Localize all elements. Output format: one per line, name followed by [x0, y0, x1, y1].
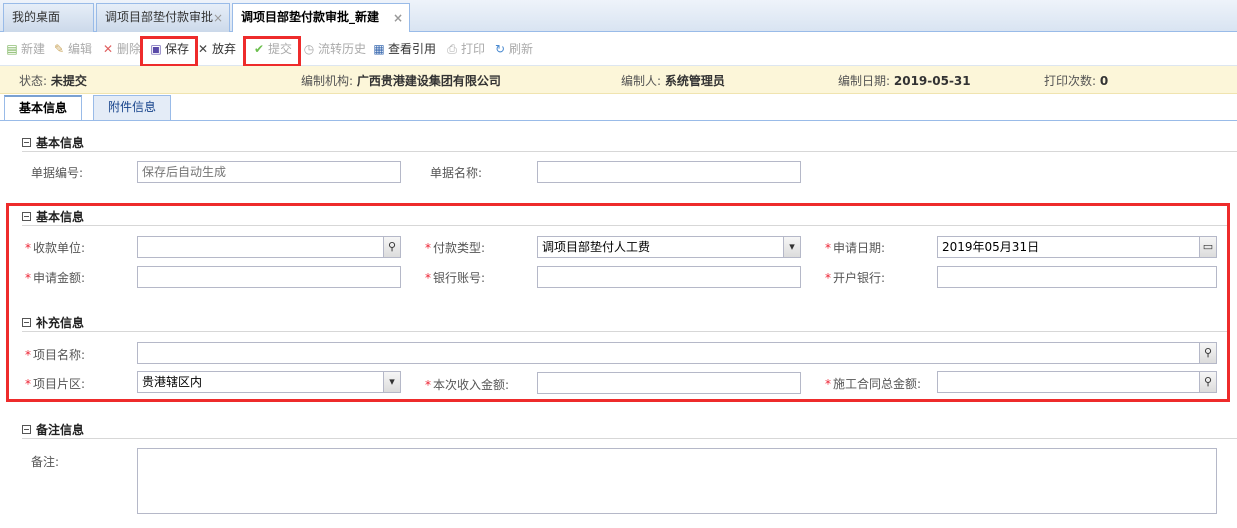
view-ref-label: 查看引用 — [388, 42, 437, 56]
discard-button[interactable]: ✕ 放弃 — [196, 39, 236, 59]
refresh-icon: ↻ — [494, 42, 506, 56]
tab-attachment-info-label: 附件信息 — [108, 100, 157, 114]
print-count-value: 0 — [1099, 74, 1109, 88]
print-count-label: 打印次数: — [1044, 74, 1097, 88]
history-label: 流转历史 — [318, 42, 367, 56]
print-count-field: 打印次数: 0 — [1044, 72, 1108, 89]
fields-highlight — [6, 203, 1230, 402]
history-button[interactable]: ◷ 流转历史 — [302, 39, 366, 59]
org-field: 编制机构: 广西贵港建设集团有限公司 — [301, 72, 501, 89]
remark-label: 备注: — [31, 455, 60, 469]
status-value: 未提交 — [50, 74, 87, 88]
new-label: 新建 — [21, 42, 46, 56]
edit-icon: ✎ — [53, 42, 65, 56]
delete-button[interactable]: ✕ 删除 — [101, 39, 141, 59]
author-label: 编制人: — [621, 74, 662, 88]
refresh-label: 刷新 — [509, 42, 534, 56]
section-divider — [22, 151, 1237, 152]
tab-attachment-info[interactable]: 附件信息 — [93, 95, 172, 120]
print-icon: ⎙ — [447, 42, 457, 56]
doc-name-label: 单据名称: — [430, 166, 483, 180]
doc-name-input[interactable] — [537, 161, 801, 183]
discard-label: 放弃 — [212, 42, 237, 56]
doc-no-input[interactable] — [137, 161, 401, 183]
print-label: 打印 — [461, 42, 486, 56]
tab-label: 调项目部垫付款审批_新建 — [241, 10, 380, 24]
section-title-text: 基本信息 — [36, 136, 85, 150]
org-label: 编制机构: — [301, 74, 354, 88]
tab-desktop[interactable]: 我的桌面 — [3, 3, 94, 32]
save-highlight — [140, 36, 198, 67]
close-icon[interactable]: × — [213, 5, 223, 31]
collapse-icon[interactable] — [22, 425, 31, 434]
delete-icon: ✕ — [102, 42, 114, 56]
author-field: 编制人: 系统管理员 — [621, 72, 725, 89]
date-field: 编制日期: 2019-05-31 — [838, 72, 971, 89]
edit-button[interactable]: ✎ 编辑 — [52, 39, 92, 59]
print-button[interactable]: ⎙ 打印 — [445, 39, 485, 59]
submit-highlight — [243, 36, 301, 67]
tab-bar: 我的桌面 调项目部垫付款审批 × 调项目部垫付款审批_新建 × — [0, 0, 1237, 33]
form-tab-divider — [0, 120, 1237, 121]
date-value: 2019-05-31 — [893, 74, 971, 88]
tab-label: 我的桌面 — [12, 10, 61, 24]
section-remark-title[interactable]: 备注信息 — [22, 421, 84, 438]
view-ref-icon: ▦ — [373, 42, 385, 56]
status-bar: 状态: 未提交 编制机构: 广西贵港建设集团有限公司 编制人: 系统管理员 编制… — [0, 66, 1237, 94]
org-value: 广西贵港建设集团有限公司 — [356, 74, 501, 88]
discard-icon: ✕ — [197, 42, 209, 56]
tab-basic-info-label: 基本信息 — [19, 101, 68, 115]
close-icon[interactable]: × — [393, 5, 403, 31]
history-icon: ◷ — [303, 42, 315, 56]
section-divider — [22, 438, 1237, 439]
author-value: 系统管理员 — [664, 74, 725, 88]
new-button[interactable]: ▤ 新建 — [5, 39, 45, 59]
tab-label: 调项目部垫付款审批 — [105, 10, 214, 24]
tab-basic-info[interactable]: 基本信息 — [4, 95, 83, 120]
collapse-icon[interactable] — [22, 138, 31, 147]
view-ref-button[interactable]: ▦ 查看引用 — [372, 39, 436, 59]
refresh-button[interactable]: ↻ 刷新 — [493, 39, 533, 59]
delete-label: 删除 — [117, 42, 141, 56]
tab-advance-payment-new[interactable]: 调项目部垫付款审批_新建 × — [232, 3, 410, 33]
status-label: 状态: — [19, 74, 48, 88]
status-field: 状态: 未提交 — [19, 72, 87, 89]
date-label: 编制日期: — [838, 74, 891, 88]
doc-no-label: 单据编号: — [31, 166, 84, 180]
tab-advance-payment-list[interactable]: 调项目部垫付款审批 × — [96, 3, 230, 32]
toolbar: ▤ 新建 ✎ 编辑 ✕ 删除 ▣ 保存 ✕ 放弃 ✔ 提交 ◷ 流转历史 ▦ 查看引用 ⎙ 打印 … — [0, 32, 1237, 67]
section-title-text: 备注信息 — [36, 423, 85, 437]
edit-label: 编辑 — [68, 42, 93, 56]
section-basic-info-title[interactable]: 基本信息 — [22, 134, 84, 151]
new-icon: ▤ — [6, 42, 18, 56]
remark-textarea[interactable] — [137, 448, 1217, 514]
